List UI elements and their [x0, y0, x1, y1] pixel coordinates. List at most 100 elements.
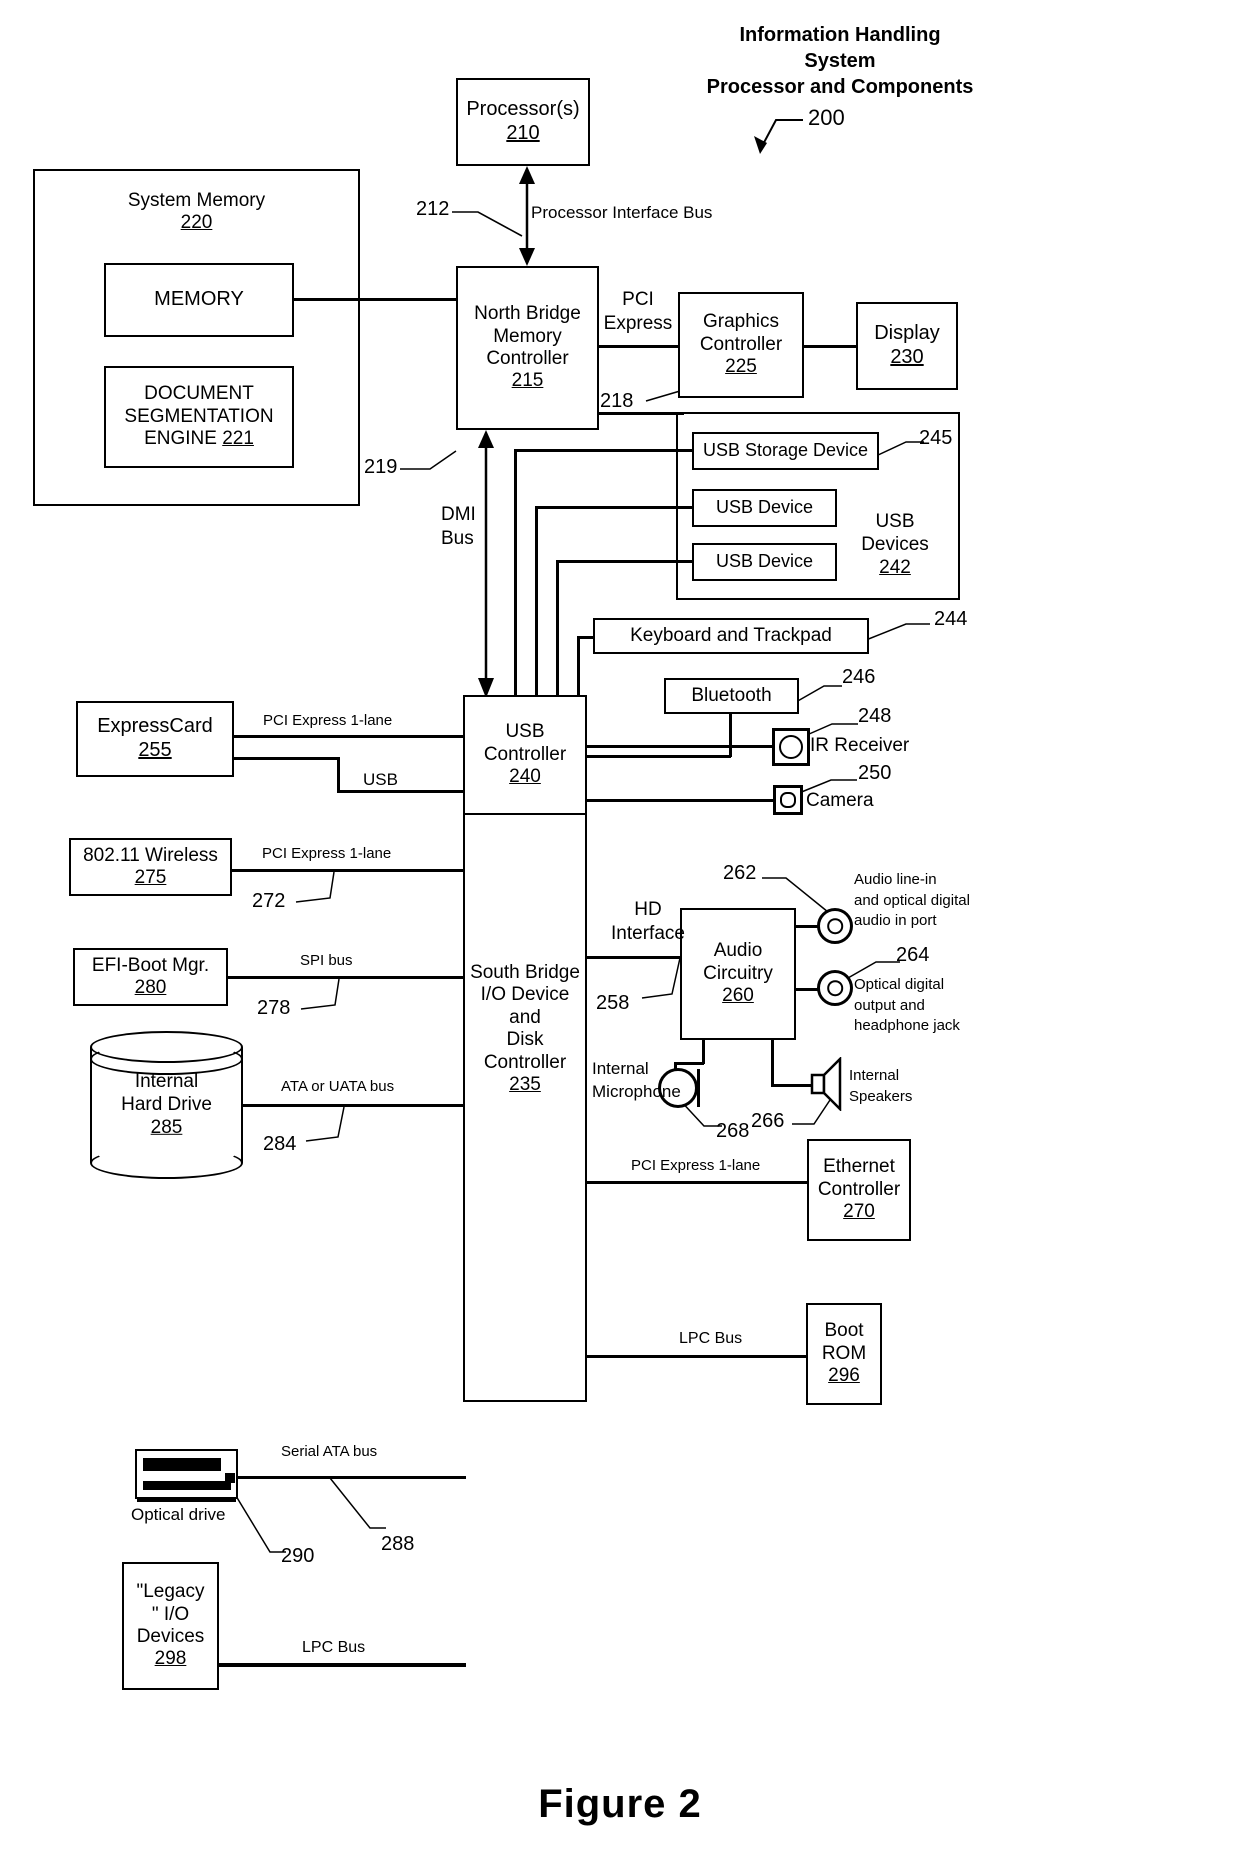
wire-audio-to-speaker-v	[771, 1040, 774, 1086]
camera-lens	[779, 791, 797, 809]
usb-controller-frame-line-1: USB	[505, 721, 545, 743]
north-bridge-line-3: Controller	[486, 348, 569, 369]
figure-title-line-3: Processor and Components	[706, 76, 974, 98]
south-bridge-ref: 235	[509, 1074, 541, 1096]
wire-wireless-pcie	[232, 869, 466, 872]
expresscard-ref: 255	[138, 739, 172, 761]
graphics-controller-line-1: Graphics	[702, 311, 780, 333]
optical-digital-output-label: Optical digital output and headphone jac…	[854, 975, 960, 1037]
label-dmi-bus: DMI Bus	[441, 503, 476, 551]
ethernet-controller-ref: 270	[843, 1201, 875, 1223]
legacy-io-line-2: " I/O	[151, 1603, 190, 1625]
system-memory-ref: 220	[180, 212, 213, 233]
block-graphics-controller[interactable]: Graphics Controller 225	[678, 292, 804, 398]
leader-272	[290, 871, 340, 906]
north-bridge-line-1: North Bridge	[474, 303, 581, 325]
usb-devices-group-label: USB Devices 242	[840, 510, 950, 580]
usb-devices-line-2: Devices	[861, 534, 929, 556]
wire-bluetooth-vertical	[729, 714, 732, 757]
wire-bluetooth-horizontal	[587, 755, 731, 758]
label-spi-bus: SPI bus	[300, 952, 353, 969]
ref-258: 258	[596, 992, 630, 1014]
optical-drive-eject	[225, 1473, 235, 1483]
audio-circuitry-line-1: Audio	[713, 940, 763, 962]
doc-seg-line-3: ENGINE 221	[144, 428, 254, 450]
label-pci-express-1lane-wireless: PCI Express 1-lane	[262, 845, 392, 862]
memory-label: MEMORY	[154, 288, 244, 311]
label-pci-express: PCI Express	[597, 288, 679, 336]
north-bridge-line-2: Memory	[493, 325, 562, 347]
ref-268: 268	[716, 1120, 750, 1142]
legacy-io-line-3: Devices	[136, 1626, 205, 1647]
wire-expresscard-usb-2	[337, 790, 467, 793]
optical-digital-output-line-2: output and	[854, 996, 925, 1014]
figure-title-ref-200: 200	[808, 105, 845, 130]
dmi-bus-line-1: DMI	[441, 504, 476, 525]
label-processor-interface-bus: Processor Interface Bus	[531, 203, 713, 222]
internal-hard-drive-cylinder[interactable]: Internal Hard Drive 285	[90, 1031, 243, 1179]
leader-219	[400, 447, 460, 477]
wireless-label: 802.11 Wireless	[83, 844, 218, 866]
ethernet-controller-line-2: Controller	[817, 1178, 901, 1200]
wire-usbdev1-horizontal	[535, 506, 694, 509]
audio-line-in-jack-icon	[817, 908, 853, 944]
audio-circuitry-line-2: Circuitry	[703, 962, 773, 984]
block-usb-device-2[interactable]: USB Device	[692, 543, 837, 581]
ref-244: 244	[934, 608, 968, 630]
block-document-segmentation-engine[interactable]: DOCUMENT SEGMENTATION ENGINE 221	[104, 366, 294, 468]
legacy-io-line-1: "Legacy	[136, 1581, 205, 1603]
wire-usbstorage-horizontal	[514, 449, 694, 452]
usb-devices-line-1: USB	[875, 511, 915, 532]
ref-278: 278	[257, 997, 291, 1019]
bluetooth-label: Bluetooth	[691, 684, 772, 706]
optical-drive-base	[137, 1497, 236, 1502]
block-ethernet-controller[interactable]: Ethernet Controller 270	[807, 1139, 911, 1241]
optical-drive-slot-2	[143, 1481, 231, 1490]
usb-device-1-label: USB Device	[715, 497, 814, 518]
boot-rom-ref: 296	[828, 1365, 860, 1387]
ref-218: 218	[600, 390, 634, 412]
block-boot-rom[interactable]: Boot ROM 296	[806, 1303, 882, 1405]
block-usb-storage-device[interactable]: USB Storage Device	[692, 432, 879, 470]
doc-seg-line-3-text: ENGINE	[144, 428, 217, 450]
internal-speakers-line-1: Internal	[849, 1067, 900, 1084]
block-north-bridge-memory-controller[interactable]: North Bridge Memory Controller 215	[456, 266, 599, 430]
block-efi-boot-mgr[interactable]: EFI-Boot Mgr. 280	[73, 948, 228, 1006]
block-keyboard-and-trackpad[interactable]: Keyboard and Trackpad	[593, 618, 869, 654]
block-bluetooth[interactable]: Bluetooth	[664, 678, 799, 714]
wire-expresscard-usb-v	[337, 757, 340, 792]
figure-title-line-1: Information Handling	[739, 24, 941, 46]
keyboard-trackpad-label: Keyboard and Trackpad	[630, 624, 832, 646]
block-memory[interactable]: MEMORY	[104, 263, 294, 337]
camera-icon	[773, 785, 803, 815]
internal-speakers-line-2: Speakers	[849, 1088, 913, 1105]
hd-interface-line-1: HD	[634, 899, 662, 920]
ref-290: 290	[281, 1545, 315, 1567]
block-processor[interactable]: Processor(s) 210	[456, 78, 590, 166]
display-ref: 230	[890, 346, 924, 368]
block-display[interactable]: Display 230	[856, 302, 958, 390]
wire-audio-to-mic-v	[702, 1040, 705, 1064]
north-bridge-ref: 215	[511, 370, 544, 392]
pci-express-line-2: Express	[603, 312, 673, 334]
audio-line-in-label: Audio line-in and optical digital audio …	[854, 870, 970, 932]
boot-rom-line-2: ROM	[821, 1342, 867, 1364]
usb-controller-frame-line-2: Controller	[483, 743, 567, 765]
block-usb-device-1[interactable]: USB Device	[692, 489, 837, 527]
ref-248: 248	[858, 705, 892, 727]
hd-interface-line-2: Interface	[611, 922, 685, 944]
wire-keyboard-vertical	[577, 636, 580, 697]
leader-246	[795, 682, 846, 706]
optical-drive-icon[interactable]	[135, 1449, 238, 1502]
block-legacy-io-devices[interactable]: "Legacy " I/O Devices 298	[122, 1562, 219, 1690]
block-usb-controller-frame[interactable]: USB Controller 240	[463, 695, 587, 815]
label-ata-uata-bus: ATA or UATA bus	[281, 1078, 395, 1095]
leader-288	[329, 1477, 390, 1540]
wire-usbdev1-vertical	[535, 506, 538, 697]
block-expresscard[interactable]: ExpressCard 255	[76, 701, 234, 777]
ref-266: 266	[751, 1110, 785, 1132]
south-bridge-line-4: Disk	[506, 1029, 544, 1051]
wire-usbdev2-horizontal	[556, 560, 694, 563]
block-802-11-wireless[interactable]: 802.11 Wireless 275	[69, 838, 232, 896]
wire-expresscard-pcie	[234, 735, 466, 738]
